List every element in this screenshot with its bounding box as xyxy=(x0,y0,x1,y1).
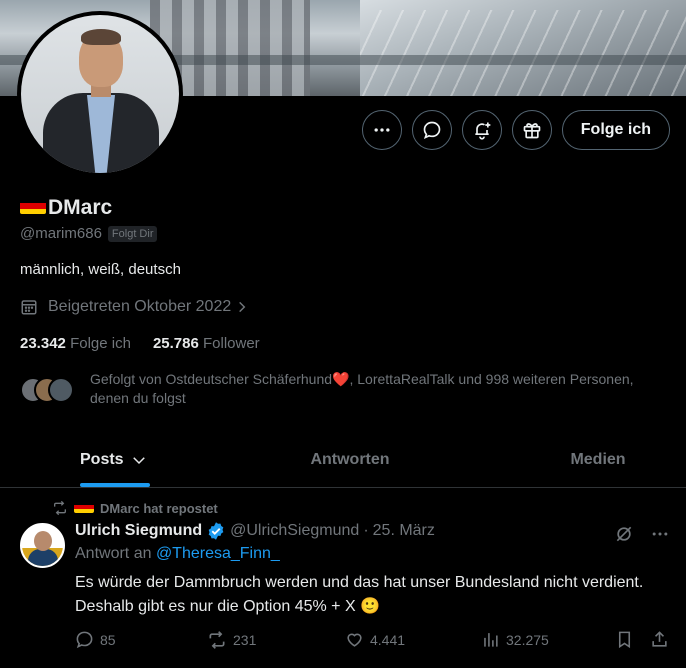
like-count: 4.441 xyxy=(370,631,406,648)
profile-tabs: Posts Antworten Medien xyxy=(0,432,686,488)
grok-icon[interactable] xyxy=(614,524,634,544)
profile-handle: @marim686 xyxy=(20,225,102,242)
tab-replies[interactable]: Antworten xyxy=(270,432,430,487)
follow-stats: 23.342 Folge ich 25.786 Follower xyxy=(20,335,260,352)
banner-dome-struts xyxy=(360,10,686,96)
tab-posts[interactable]: Posts xyxy=(0,432,270,487)
tweet-author-handle[interactable]: @UlrichSiegmund xyxy=(230,522,359,540)
avatar-face xyxy=(34,531,52,551)
share-button[interactable] xyxy=(650,630,669,649)
calendar-icon xyxy=(21,300,37,315)
tab-replies-label: Antworten xyxy=(310,450,390,468)
message-button[interactable] xyxy=(411,110,452,150)
tweet-author-avatar[interactable] xyxy=(20,523,65,568)
repost-count: 231 xyxy=(233,632,257,648)
tab-media-label: Medien xyxy=(570,450,626,468)
follows-you-badge: Folgt Dir xyxy=(107,225,158,242)
handle-row: @marim686 Folgt Dir xyxy=(20,225,158,242)
separator: · xyxy=(363,522,369,539)
followers-label: Follower xyxy=(203,335,260,352)
repost-label: DMarc hat repostet xyxy=(100,500,218,516)
joined-text: Beigetreten Oktober 2022 xyxy=(48,298,232,315)
following-count: 23.342 xyxy=(20,335,66,352)
reply-count: 85 xyxy=(100,631,116,648)
tweet-actions: 85 231 4.441 32.275 xyxy=(75,630,675,654)
display-name: DMarc xyxy=(20,196,112,220)
chevron-down-icon xyxy=(132,456,145,464)
views-button[interactable]: 32.275 xyxy=(481,630,549,649)
germany-flag-icon xyxy=(74,501,94,513)
reply-prefix: Antwort an xyxy=(75,545,152,562)
reply-icon xyxy=(76,631,93,649)
views-icon xyxy=(484,633,498,647)
active-tab-indicator xyxy=(80,483,150,487)
following-button[interactable]: Folge ich xyxy=(561,110,670,150)
heart-icon xyxy=(347,633,362,647)
followed-by-avatars xyxy=(20,377,76,403)
chevron-right-icon xyxy=(239,301,246,313)
more-icon xyxy=(374,128,390,132)
profile-actions: Folge ich xyxy=(361,110,670,150)
tweet-date[interactable]: 25. März xyxy=(373,522,435,540)
avatar-hair xyxy=(81,29,121,45)
view-count: 32.275 xyxy=(506,631,549,648)
gift-button[interactable] xyxy=(511,110,552,150)
like-button[interactable]: 4.441 xyxy=(345,630,405,649)
tweet[interactable]: DMarc hat repostet Ulrich Siegmund @Ulri… xyxy=(0,490,686,668)
avatar-body xyxy=(28,549,58,566)
followers-stat[interactable]: 25.786 Follower xyxy=(153,335,260,352)
tweet-text: Es würde der Dammbruch werden und das ha… xyxy=(75,574,644,615)
reply-to-link[interactable]: @Theresa_Finn_ xyxy=(156,545,280,562)
reply-button[interactable]: 85 xyxy=(75,630,116,649)
repost-icon xyxy=(54,500,66,516)
gift-icon xyxy=(523,123,541,139)
repost-indicator: DMarc hat repostet xyxy=(52,500,218,516)
display-name-text: DMarc xyxy=(48,196,113,219)
following-stat[interactable]: 23.342 Folge ich xyxy=(20,335,131,352)
followed-by-text: Gefolgt von Ostdeutscher Schäferhund❤️, … xyxy=(90,370,660,408)
notify-button[interactable] xyxy=(461,110,502,150)
tweet-top-actions xyxy=(614,524,670,544)
germany-flag-icon xyxy=(20,198,46,214)
avatar-photo xyxy=(21,15,179,173)
red-heart-icon: ❤️ xyxy=(332,371,350,387)
bell-plus-icon xyxy=(475,122,491,140)
followed-by-prefix: Gefolgt von Ostdeutscher Schäferhund xyxy=(90,371,333,387)
reply-context: Antwort an @Theresa_Finn_ xyxy=(75,545,280,563)
share-icon xyxy=(652,631,667,647)
tweet-author-name[interactable]: Ulrich Siegmund xyxy=(75,522,202,540)
mini-avatar xyxy=(48,377,74,403)
more-icon[interactable] xyxy=(650,524,670,544)
verified-badge-icon[interactable] xyxy=(206,521,226,541)
tweet-header: Ulrich Siegmund @UlrichSiegmund · 25. Mä… xyxy=(75,521,435,541)
message-icon xyxy=(423,121,441,140)
profile-bio: männlich, weiß, deutsch xyxy=(20,261,181,278)
bookmark-button[interactable] xyxy=(615,630,634,649)
tab-media[interactable]: Medien xyxy=(430,432,686,487)
repost-icon xyxy=(209,631,225,649)
followers-count: 25.786 xyxy=(152,335,199,352)
profile-avatar[interactable] xyxy=(17,11,183,177)
joined-date[interactable]: Beigetreten Oktober 2022 xyxy=(20,298,249,316)
tab-posts-label: Posts xyxy=(80,450,124,468)
followed-by[interactable]: Gefolgt von Ostdeutscher Schäferhund❤️, … xyxy=(20,370,660,408)
repost-button[interactable]: 231 xyxy=(207,630,256,650)
bookmark-icon xyxy=(618,631,631,649)
more-button[interactable] xyxy=(361,110,402,150)
following-label: Folge ich xyxy=(70,335,131,352)
